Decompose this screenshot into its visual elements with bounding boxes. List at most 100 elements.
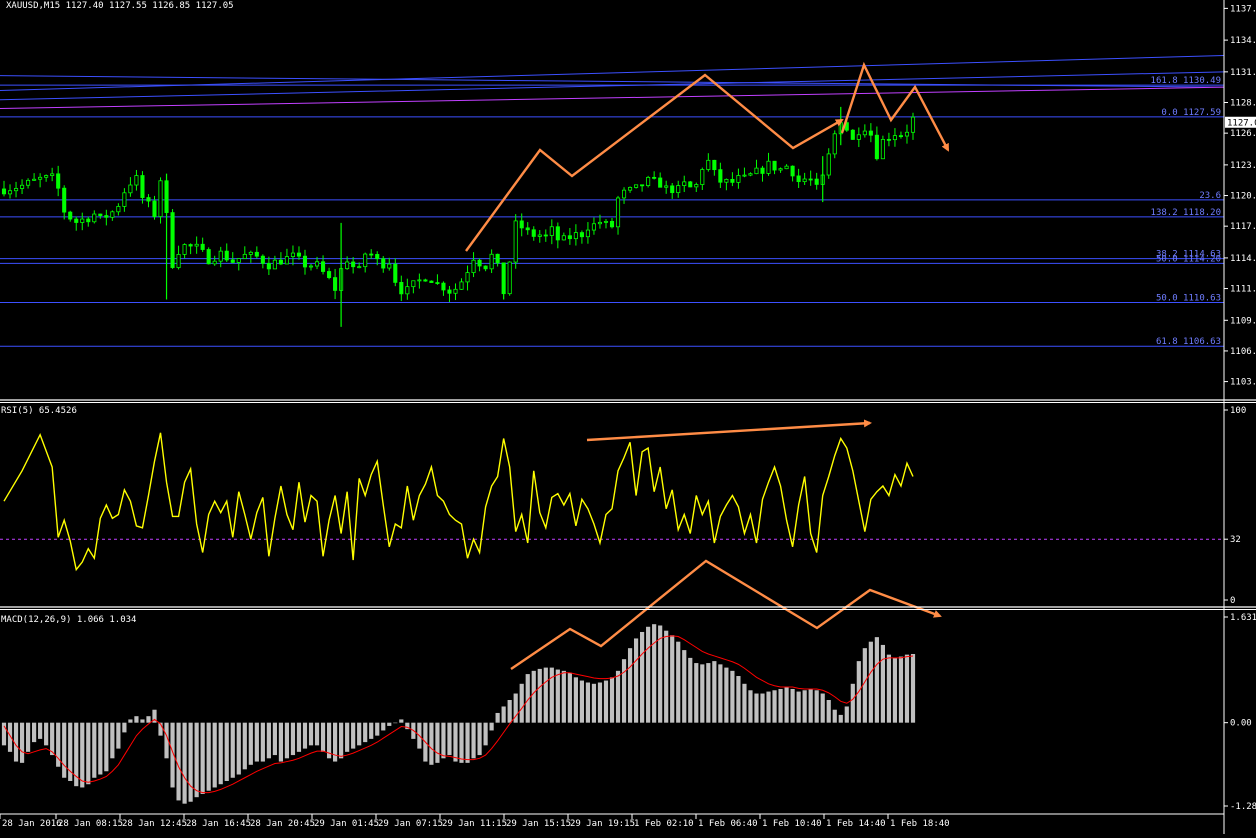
macd-histogram-bar bbox=[393, 722, 398, 724]
price-tick-label: 1137.5 bbox=[1230, 4, 1256, 14]
time-tick-label: 1 Feb 06:40 bbox=[698, 819, 758, 829]
macd-histogram-bar bbox=[694, 663, 699, 723]
macd-histogram-bar bbox=[543, 667, 548, 723]
candle-body bbox=[549, 226, 554, 236]
candle-body bbox=[537, 234, 542, 237]
candle-body bbox=[676, 185, 681, 194]
candle-body bbox=[814, 178, 819, 185]
candle-body bbox=[465, 272, 470, 283]
macd-histogram-bar bbox=[296, 722, 302, 752]
candle-body bbox=[423, 279, 428, 282]
macd-histogram-bar bbox=[459, 722, 464, 763]
macd-histogram-bar bbox=[640, 631, 645, 723]
rsi-header: RSI(5) 65.4526 bbox=[1, 406, 77, 416]
candle-body bbox=[296, 252, 302, 257]
candle-body bbox=[868, 130, 873, 136]
macd-histogram-bar bbox=[652, 624, 657, 723]
price-panel[interactable]: 161.8 1130.49 0.0 1127.59 23.6 138.2 1118.2… bbox=[0, 54, 1225, 347]
candle-body bbox=[706, 159, 711, 170]
candle-body bbox=[736, 175, 741, 183]
macd-histogram-bar bbox=[290, 722, 296, 756]
macd-histogram-bar bbox=[501, 706, 506, 723]
candle-body bbox=[579, 232, 584, 238]
candle-body bbox=[200, 243, 205, 250]
macd-histogram-bar bbox=[597, 682, 603, 723]
candle-body bbox=[760, 167, 765, 174]
macd-panel[interactable] bbox=[1, 559, 942, 804]
candle-body bbox=[176, 254, 181, 268]
candle-body bbox=[248, 251, 253, 255]
candle-body bbox=[321, 261, 326, 272]
macd-histogram-bar bbox=[712, 661, 717, 723]
macd-histogram-bar bbox=[363, 722, 368, 743]
macd-histogram-bar bbox=[435, 722, 440, 763]
candle-body bbox=[826, 153, 831, 176]
macd-histogram-bar bbox=[868, 641, 873, 723]
annotation-arrow bbox=[586, 419, 872, 442]
terminal-chart-window[interactable]: 161.8 1130.49 0.0 1127.59 23.6 138.2 1118.2… bbox=[0, 0, 1256, 834]
macd-histogram-bar bbox=[345, 722, 350, 752]
candle-body bbox=[68, 211, 73, 220]
macd-histogram-bar bbox=[146, 716, 151, 723]
candle-body bbox=[459, 281, 464, 290]
macd-histogram-bar bbox=[19, 722, 25, 763]
macd-histogram-bar bbox=[387, 722, 392, 726]
macd-histogram-bar bbox=[874, 637, 879, 723]
candle-body bbox=[284, 256, 289, 265]
macd-histogram-bar bbox=[80, 722, 85, 788]
candle-body bbox=[86, 218, 91, 223]
macd-histogram-bar bbox=[483, 722, 488, 746]
macd-histogram-bar bbox=[176, 722, 181, 801]
macd-histogram-bar bbox=[477, 722, 482, 756]
macd-histogram-bar bbox=[754, 693, 759, 723]
macd-histogram-bar bbox=[104, 722, 109, 772]
macd-histogram-bar bbox=[682, 650, 687, 723]
time-tick-label: 28 Jan 20:45 bbox=[250, 819, 315, 829]
macd-histogram-bar bbox=[561, 670, 566, 723]
chart-canvas[interactable]: 161.8 1130.49 0.0 1127.59 23.6 138.2 1118.2… bbox=[0, 0, 1256, 834]
rsi-series-line bbox=[3, 432, 914, 572]
price-tick-label: 1117.6 bbox=[1230, 222, 1256, 232]
candle-body bbox=[874, 134, 879, 160]
candle-body bbox=[483, 265, 488, 270]
macd-histogram-bar bbox=[832, 709, 837, 723]
fib-level-label: 50.0 1114.20 bbox=[1156, 254, 1221, 264]
rsi-panel[interactable] bbox=[0, 419, 1224, 572]
candle-body bbox=[597, 221, 603, 225]
macd-histogram-bar bbox=[892, 657, 898, 723]
candle-body bbox=[664, 185, 669, 188]
macd-histogram-bar bbox=[116, 722, 121, 749]
candle-body bbox=[80, 218, 85, 223]
fib-level-label: 0.0 1127.59 bbox=[1161, 108, 1221, 118]
price-tick-label: 1109.0 bbox=[1230, 316, 1256, 326]
macd-histogram-bar bbox=[646, 626, 651, 723]
macd-histogram-bar bbox=[134, 716, 139, 723]
candle-body bbox=[212, 260, 217, 265]
candle-body bbox=[260, 255, 265, 264]
macd-histogram-bar bbox=[447, 722, 452, 756]
macd-histogram-bar bbox=[284, 722, 290, 759]
macd-histogram-bar bbox=[603, 680, 609, 723]
candle-body bbox=[832, 133, 837, 155]
macd-histogram-bar bbox=[898, 656, 904, 723]
candle-body bbox=[513, 220, 518, 263]
macd-histogram-bar bbox=[579, 680, 585, 723]
macd-histogram-bar bbox=[772, 690, 777, 723]
candle-body bbox=[351, 261, 356, 268]
time-tick-label: 28 Jan 12:45 bbox=[122, 819, 187, 829]
candle-body bbox=[218, 250, 223, 262]
macd-histogram-bar bbox=[850, 683, 855, 723]
macd-histogram-bar bbox=[736, 676, 741, 723]
macd-histogram-bar bbox=[308, 722, 314, 746]
candle-body bbox=[892, 135, 897, 141]
candle-body bbox=[20, 184, 25, 189]
candle-body bbox=[405, 286, 410, 295]
macd-histogram-bar bbox=[50, 722, 55, 756]
candle-body bbox=[591, 223, 596, 231]
candle-body bbox=[634, 184, 639, 188]
macd-histogram-bar bbox=[585, 682, 591, 723]
macd-histogram-bar bbox=[92, 722, 97, 778]
macd-histogram-bar bbox=[549, 667, 554, 723]
candle-body bbox=[411, 280, 416, 288]
macd-histogram-bar bbox=[760, 693, 765, 723]
